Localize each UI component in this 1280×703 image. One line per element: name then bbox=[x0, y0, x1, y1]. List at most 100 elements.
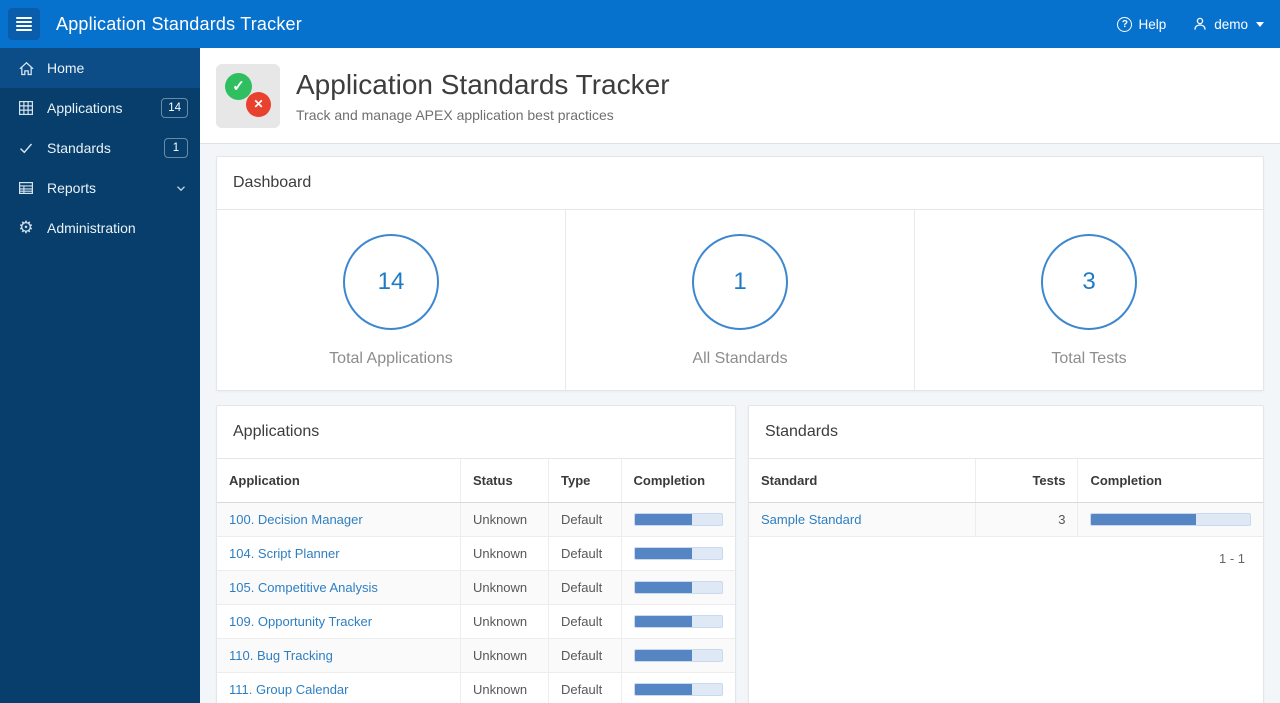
status-cell: Unknown bbox=[460, 570, 550, 605]
stat-circle: 1 bbox=[692, 234, 788, 330]
completion-cell bbox=[1077, 502, 1263, 537]
progress-bar bbox=[633, 683, 723, 696]
stat-value: 1 bbox=[733, 268, 747, 295]
sidebar-item-label: Standards bbox=[47, 140, 111, 156]
help-label: Help bbox=[1138, 16, 1167, 32]
standards-count-badge: 1 bbox=[164, 138, 188, 158]
stat-label: All Standards bbox=[692, 350, 788, 367]
gear-icon: ⚙ bbox=[18, 217, 34, 238]
topbar: Application Standards Tracker ? Help dem… bbox=[0, 0, 1280, 48]
progress-fill bbox=[634, 548, 693, 559]
stat-label: Total Applications bbox=[329, 350, 453, 367]
content: Dashboard 14 Total Applications 1 All St… bbox=[200, 144, 1280, 703]
application-link[interactable]: 105. Competitive Analysis bbox=[229, 580, 378, 595]
sidebar-item-label: Reports bbox=[47, 180, 97, 196]
applications-table: Application Status Type Completion 100. … bbox=[217, 459, 735, 703]
type-cell: Default bbox=[548, 604, 622, 639]
stat-label: Total Tests bbox=[1051, 350, 1127, 367]
stat-cell: 1 All Standards bbox=[565, 210, 914, 390]
progress-bar bbox=[633, 649, 723, 662]
stat-circle: 14 bbox=[343, 234, 439, 330]
completion-cell bbox=[621, 502, 735, 537]
sidebar-item-label: Home bbox=[47, 60, 85, 76]
stat-circle: 3 bbox=[1041, 234, 1137, 330]
sidebar-item-administration[interactable]: ⚙ Administration bbox=[0, 208, 200, 248]
type-cell: Default bbox=[548, 570, 622, 605]
chevron-down-icon bbox=[1256, 21, 1264, 27]
status-cell: Unknown bbox=[460, 604, 550, 639]
menu-toggle-button[interactable] bbox=[8, 8, 40, 40]
stat-cell: 3 Total Tests bbox=[914, 210, 1263, 390]
progress-fill bbox=[634, 582, 693, 593]
status-cell: Unknown bbox=[460, 638, 550, 673]
standards-panel: Standards Standard Tests Completion Samp… bbox=[748, 405, 1264, 703]
dashboard-panel: Dashboard 14 Total Applications 1 All St… bbox=[216, 156, 1264, 391]
table-row: 100. Decision Manager Unknown Default bbox=[217, 502, 735, 537]
sidebar-item-applications[interactable]: Applications 14 bbox=[0, 88, 200, 128]
progress-bar bbox=[633, 615, 723, 628]
standard-link[interactable]: Sample Standard bbox=[761, 512, 861, 527]
sidebar: Home Applications 14 Standards 1 Reports bbox=[0, 48, 200, 703]
status-cell: Unknown bbox=[460, 536, 550, 571]
standards-panel-title: Standards bbox=[749, 406, 1263, 459]
type-cell: Default bbox=[548, 638, 622, 673]
progress-fill bbox=[634, 616, 693, 627]
completion-cell bbox=[621, 672, 735, 703]
grid-icon bbox=[16, 100, 36, 116]
completion-cell bbox=[621, 604, 735, 639]
pagination-label: 1 - 1 bbox=[1218, 551, 1245, 566]
chevron-down-icon bbox=[174, 181, 188, 195]
standards-table: Standard Tests Completion Sample Standar… bbox=[749, 459, 1263, 537]
hamburger-icon bbox=[16, 17, 32, 19]
check-icon bbox=[16, 140, 36, 156]
progress-fill bbox=[1091, 514, 1197, 525]
progress-bar bbox=[1090, 513, 1251, 526]
check-circle-icon bbox=[225, 72, 252, 100]
sidebar-item-standards[interactable]: Standards 1 bbox=[0, 128, 200, 168]
dashboard-panel-title: Dashboard bbox=[217, 157, 1263, 210]
table-row: 109. Opportunity Tracker Unknown Default bbox=[217, 604, 735, 639]
applications-panel-title: Applications bbox=[217, 406, 735, 459]
application-link[interactable]: 104. Script Planner bbox=[229, 546, 340, 561]
applications-count-badge: 14 bbox=[161, 98, 188, 118]
x-circle-icon bbox=[246, 91, 271, 117]
help-link[interactable]: ? Help bbox=[1117, 16, 1167, 32]
application-link[interactable]: 110. Bug Tracking bbox=[229, 648, 333, 663]
help-icon: ? bbox=[1117, 16, 1133, 32]
completion-cell bbox=[621, 570, 735, 605]
sidebar-item-home[interactable]: Home bbox=[0, 48, 200, 88]
type-cell: Default bbox=[548, 672, 622, 703]
status-cell: Unknown bbox=[460, 502, 550, 537]
home-icon bbox=[16, 60, 36, 77]
column-header-completion: Completion bbox=[1077, 459, 1263, 503]
progress-fill bbox=[634, 514, 693, 525]
sidebar-item-reports[interactable]: Reports bbox=[0, 168, 200, 208]
completion-cell bbox=[621, 536, 735, 571]
main-area: Application Standards Tracker Track and … bbox=[200, 48, 1280, 703]
app-title: Application Standards Tracker bbox=[56, 13, 302, 34]
stat-cell: 14 Total Applications bbox=[217, 210, 565, 390]
table-row: 104. Script Planner Unknown Default bbox=[217, 536, 735, 571]
progress-bar bbox=[633, 547, 723, 560]
stat-value: 14 bbox=[377, 268, 405, 295]
progress-fill bbox=[634, 650, 693, 661]
column-header-completion: Completion bbox=[621, 459, 735, 503]
user-menu[interactable]: demo bbox=[1192, 16, 1264, 32]
column-header-standard: Standard bbox=[749, 459, 976, 503]
applications-panel: Applications Application Status Type Com… bbox=[216, 405, 736, 703]
table-row: 105. Competitive Analysis Unknown Defaul… bbox=[217, 570, 735, 605]
user-icon bbox=[1194, 17, 1206, 30]
application-link[interactable]: 109. Opportunity Tracker bbox=[229, 614, 372, 629]
page-title: Application Standards Tracker bbox=[296, 68, 670, 100]
application-link[interactable]: 111. Group Calendar bbox=[229, 682, 348, 697]
table-row: 110. Bug Tracking Unknown Default bbox=[217, 638, 735, 673]
progress-bar bbox=[633, 581, 723, 594]
page-subtitle: Track and manage APEX application best p… bbox=[296, 106, 614, 123]
tests-cell: 3 bbox=[975, 502, 1079, 537]
status-cell: Unknown bbox=[460, 672, 550, 703]
username: demo bbox=[1214, 16, 1248, 32]
completion-cell bbox=[621, 638, 735, 673]
application-link[interactable]: 100. Decision Manager bbox=[229, 512, 363, 527]
column-header-type: Type bbox=[548, 459, 622, 503]
type-cell: Default bbox=[548, 536, 622, 571]
